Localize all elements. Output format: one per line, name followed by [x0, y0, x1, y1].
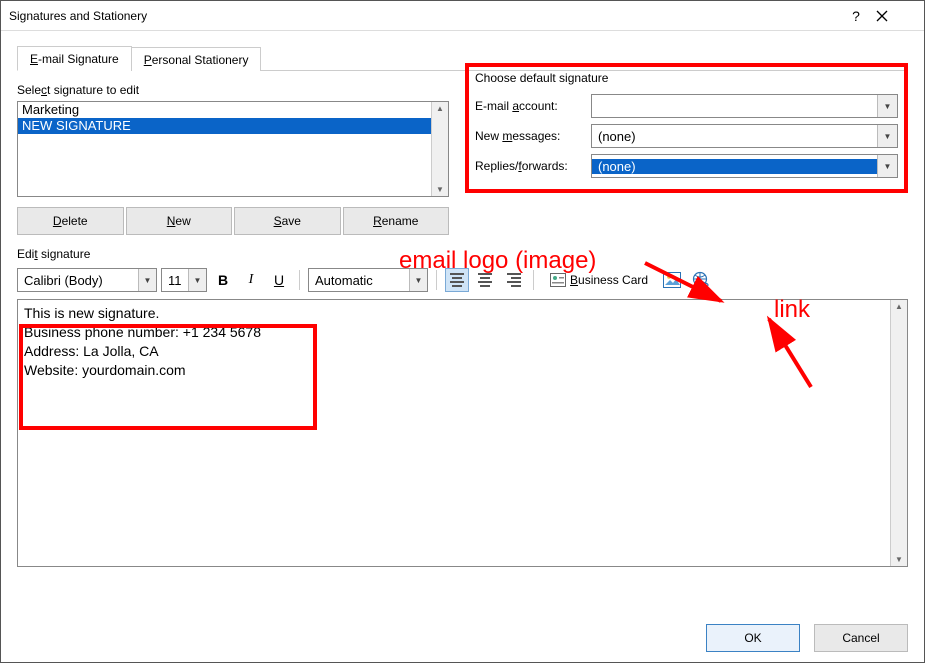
editor-line: Address: La Jolla, CA: [24, 342, 884, 361]
email-account-combo[interactable]: ▼: [591, 94, 898, 118]
cancel-button[interactable]: Cancel: [814, 624, 908, 652]
editor-line: Business phone number: +1 234 5678: [24, 323, 884, 342]
insert-image-button[interactable]: [660, 268, 684, 292]
chevron-down-icon[interactable]: ▼: [877, 125, 897, 147]
font-size-combo[interactable]: 11 ▼: [161, 268, 207, 292]
select-signature-label: Select signature to edit: [17, 83, 449, 97]
bold-button[interactable]: B: [211, 268, 235, 292]
save-button[interactable]: Save: [234, 207, 341, 235]
window-title: Signatures and Stationery: [9, 1, 836, 31]
editor-content[interactable]: This is new signature. Business phone nu…: [18, 300, 890, 566]
new-messages-label: New messages:: [475, 129, 585, 143]
italic-button[interactable]: I: [239, 268, 263, 292]
signature-item-new[interactable]: NEW SIGNATURE: [18, 118, 431, 134]
new-messages-combo[interactable]: (none) ▼: [591, 124, 898, 148]
replies-forwards-label: Replies/forwards:: [475, 159, 585, 173]
chevron-down-icon[interactable]: ▼: [138, 269, 156, 291]
default-signature-title: Choose default signature: [475, 71, 898, 85]
help-button[interactable]: ?: [836, 1, 876, 31]
business-card-icon: [550, 273, 566, 287]
insert-hyperlink-button[interactable]: [688, 268, 712, 292]
delete-button[interactable]: Delete: [17, 207, 124, 235]
edit-signature-label: Edit signature: [17, 247, 908, 261]
chevron-down-icon[interactable]: ▼: [409, 269, 427, 291]
dialog-footer: OK Cancel: [706, 624, 908, 652]
signature-listbox[interactable]: Marketing NEW SIGNATURE ▲▼: [17, 101, 449, 197]
new-button[interactable]: New: [126, 207, 233, 235]
replies-forwards-combo[interactable]: (none) ▼: [591, 154, 898, 178]
underline-button[interactable]: U: [267, 268, 291, 292]
chevron-down-icon[interactable]: ▼: [877, 95, 897, 117]
chevron-down-icon[interactable]: ▼: [188, 269, 206, 291]
align-right-button[interactable]: [501, 268, 525, 292]
rename-button[interactable]: Rename: [343, 207, 450, 235]
default-signature-group: Choose default signature E-mail account:…: [465, 63, 908, 193]
image-icon: [663, 272, 681, 288]
chevron-down-icon[interactable]: ▼: [877, 155, 897, 177]
separator: [299, 270, 300, 290]
editor-scrollbar[interactable]: ▲▼: [890, 300, 907, 566]
separator: [533, 270, 534, 290]
font-family-combo[interactable]: Calibri (Body) ▼: [17, 268, 157, 292]
email-account-label: E-mail account:: [475, 99, 585, 113]
tab-personal-stationery[interactable]: Personal Stationerydocument.currentScrip…: [131, 47, 262, 71]
editor-line: Website: yourdomain.com: [24, 361, 884, 380]
editor-toolbar: Calibri (Body) ▼ 11 ▼ B I U Automatic ▼ …: [17, 265, 908, 295]
close-button[interactable]: [876, 10, 916, 22]
dialog-window: Signatures and Stationery ? E-mail Signa…: [0, 0, 925, 663]
signature-item-marketing[interactable]: Marketing: [18, 102, 431, 118]
editor-line: This is new signature.: [24, 304, 884, 323]
tab-email-signature[interactable]: E-mail Signaturedocument.currentScript.p…: [17, 46, 132, 71]
signature-editor[interactable]: This is new signature. Business phone nu…: [17, 299, 908, 567]
business-card-button[interactable]: Business Card: [542, 268, 656, 292]
title-bar: Signatures and Stationery ?: [1, 1, 924, 31]
globe-link-icon: [691, 271, 709, 289]
font-color-combo[interactable]: Automatic ▼: [308, 268, 428, 292]
align-center-button[interactable]: [473, 268, 497, 292]
separator: [436, 270, 437, 290]
ok-button[interactable]: OK: [706, 624, 800, 652]
align-left-button[interactable]: [445, 268, 469, 292]
listbox-scrollbar[interactable]: ▲▼: [431, 102, 448, 196]
